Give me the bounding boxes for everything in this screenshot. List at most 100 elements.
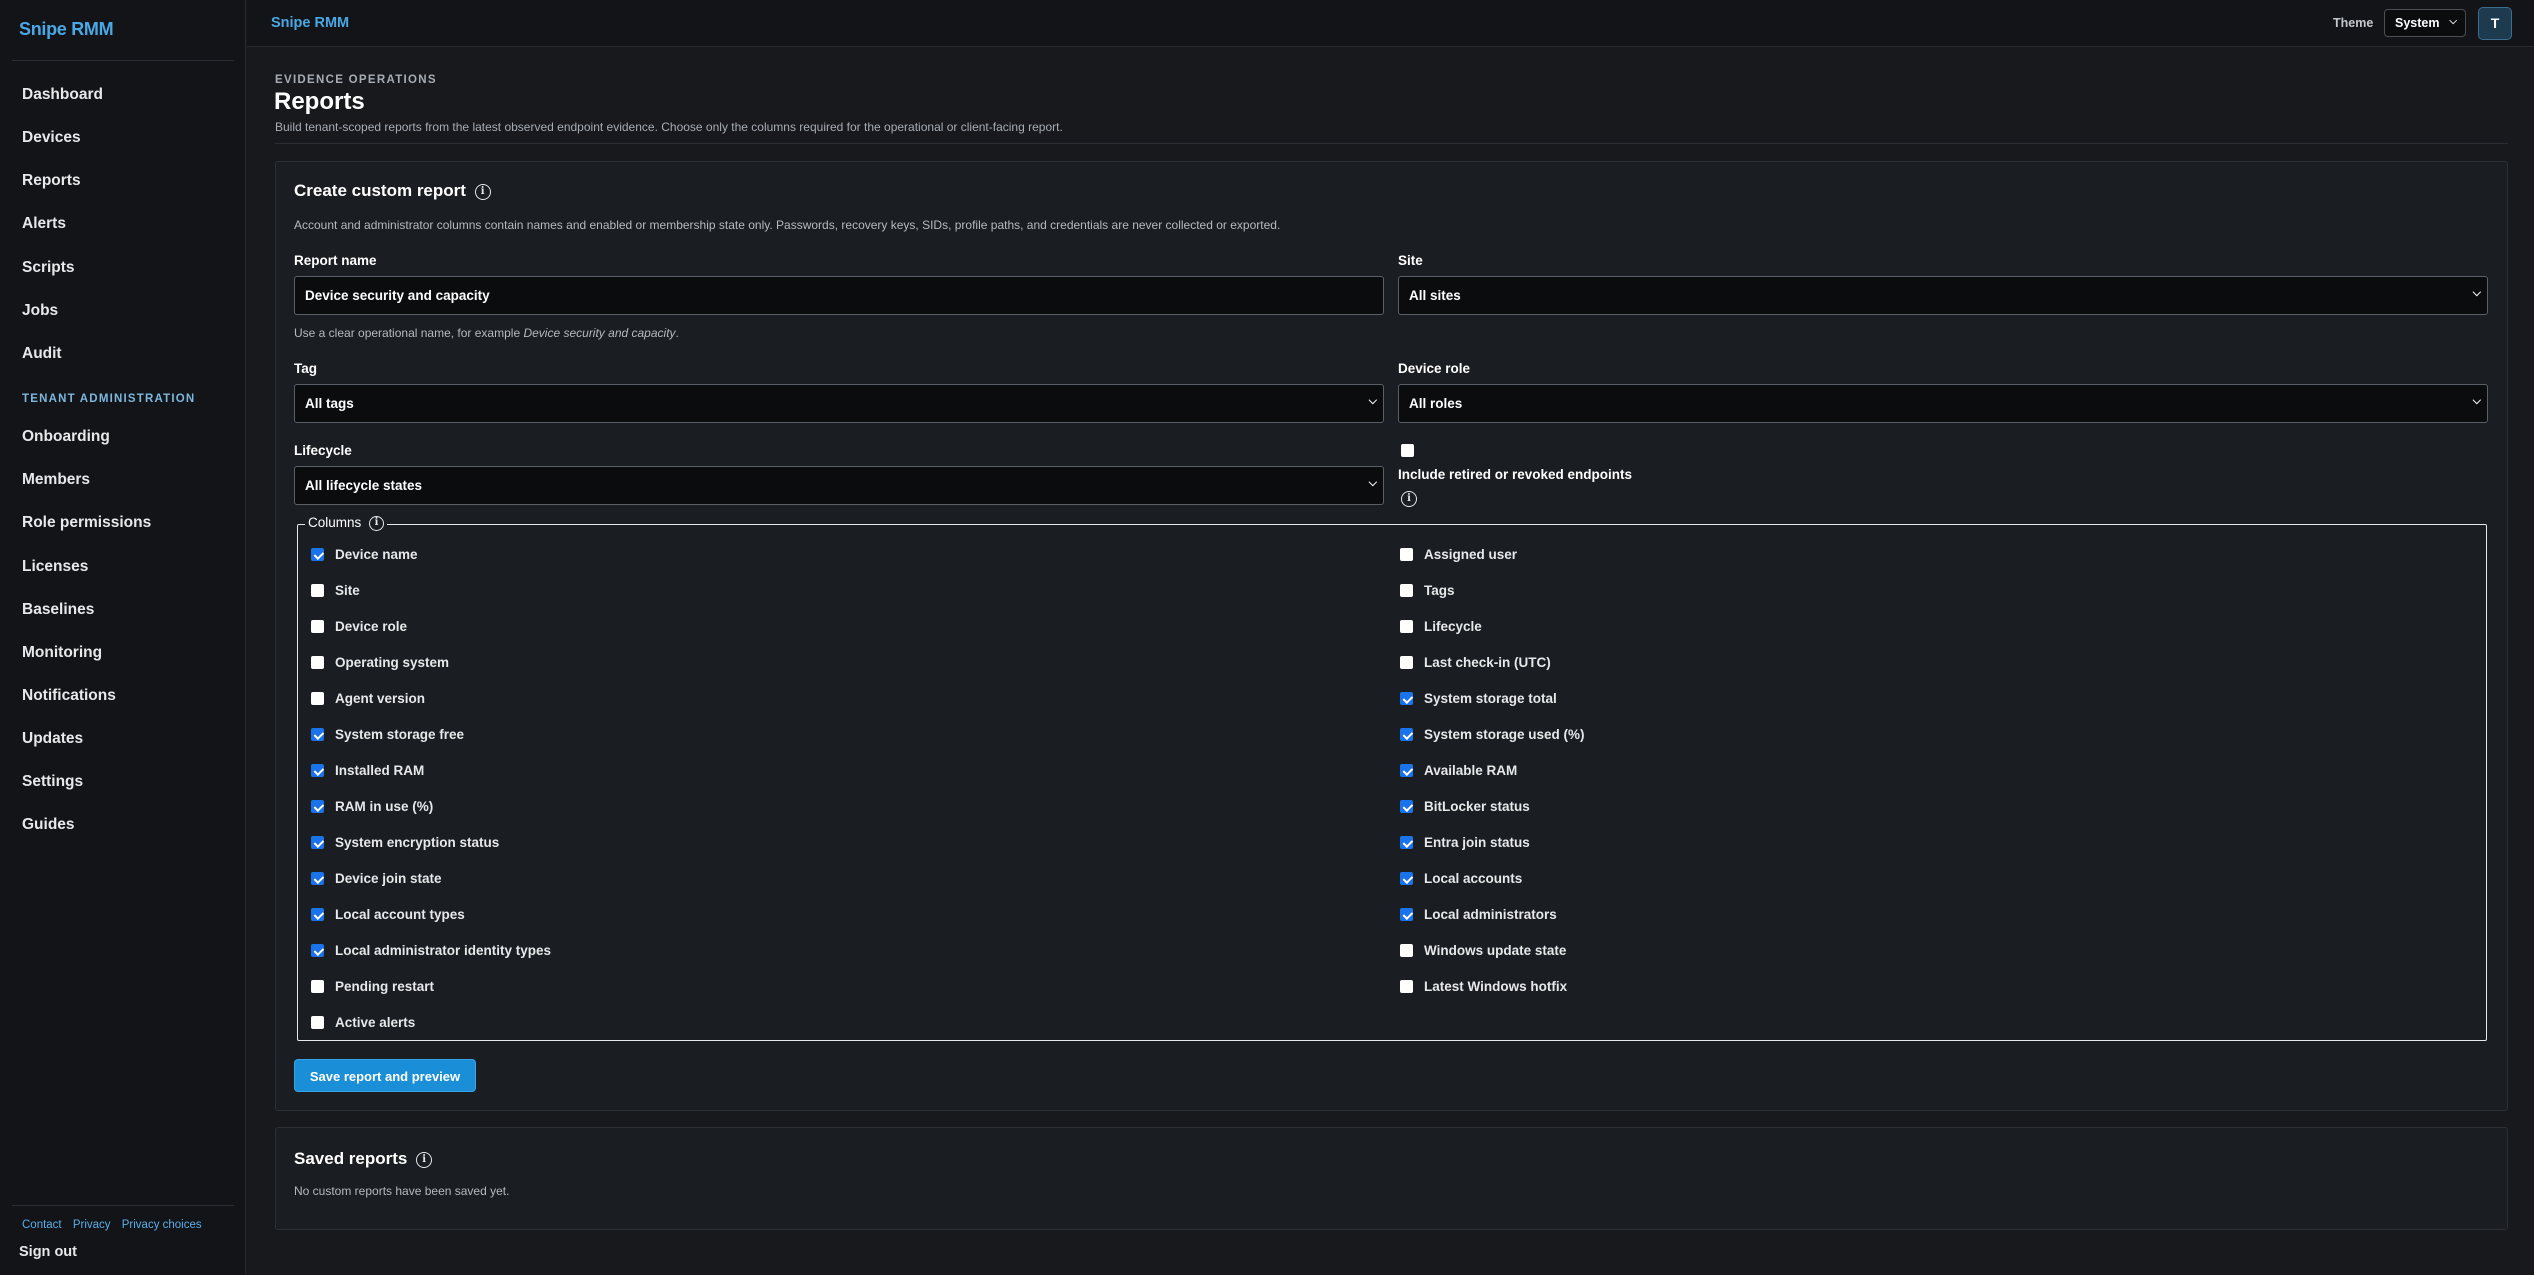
- column-checkbox[interactable]: [311, 764, 324, 777]
- column-label[interactable]: System storage used (%): [1424, 727, 1585, 742]
- column-checkbox[interactable]: [1400, 872, 1413, 885]
- contact-link[interactable]: Contact: [22, 1219, 62, 1231]
- column-checkbox[interactable]: [311, 872, 324, 885]
- column-label[interactable]: RAM in use (%): [335, 799, 433, 814]
- column-checkbox[interactable]: [311, 908, 324, 921]
- sidebar-item-jobs[interactable]: Jobs: [22, 302, 58, 320]
- columns-legend: Columns i: [305, 515, 388, 531]
- sidebar-item-role-permissions[interactable]: Role permissions: [22, 514, 151, 532]
- theme-select[interactable]: System ⌵: [2384, 9, 2466, 37]
- column-checkbox[interactable]: [1400, 908, 1413, 921]
- divider: [12, 1205, 234, 1206]
- column-checkbox[interactable]: [1400, 548, 1413, 561]
- column-checkbox[interactable]: [1400, 728, 1413, 741]
- site-select[interactable]: All sites ⌵: [1398, 276, 2488, 315]
- column-checkbox[interactable]: [311, 980, 324, 993]
- info-icon[interactable]: i: [474, 183, 491, 200]
- column-label[interactable]: System storage free: [335, 727, 464, 742]
- sidebar-item-scripts[interactable]: Scripts: [22, 259, 75, 277]
- save-report-button[interactable]: Save report and preview: [294, 1059, 476, 1092]
- sidebar-item-devices[interactable]: Devices: [22, 129, 81, 147]
- column-label[interactable]: BitLocker status: [1424, 799, 1530, 814]
- sidebar-item-licenses[interactable]: Licenses: [22, 558, 88, 576]
- column-label[interactable]: Local accounts: [1424, 871, 1522, 886]
- sign-out-button[interactable]: Sign out: [19, 1244, 77, 1260]
- column-checkbox[interactable]: [1400, 836, 1413, 849]
- column-label[interactable]: Device name: [335, 547, 418, 562]
- column-checkbox[interactable]: [311, 692, 324, 705]
- column-checkbox[interactable]: [311, 620, 324, 633]
- theme-select-value: System: [2395, 16, 2440, 30]
- info-icon[interactable]: i: [416, 1151, 433, 1168]
- column-label[interactable]: Agent version: [335, 691, 425, 706]
- tag-select[interactable]: All tags ⌵: [294, 384, 1384, 423]
- header-brand[interactable]: Snipe RMM: [271, 15, 349, 31]
- column-checkbox[interactable]: [311, 944, 324, 957]
- chevron-down-icon: ⌵: [1368, 477, 1377, 489]
- column-label[interactable]: Operating system: [335, 655, 449, 670]
- lifecycle-select[interactable]: All lifecycle states ⌵: [294, 466, 1384, 505]
- column-label[interactable]: Tags: [1424, 583, 1455, 598]
- column-checkbox[interactable]: [311, 584, 324, 597]
- column-checkbox[interactable]: [311, 836, 324, 849]
- column-checkbox[interactable]: [311, 1016, 324, 1029]
- report-name-help-suffix: .: [675, 326, 679, 340]
- device-role-select[interactable]: All roles ⌵: [1398, 384, 2488, 423]
- columns-legend-text: Columns: [308, 515, 362, 530]
- column-checkbox[interactable]: [311, 800, 324, 813]
- include-retired-label[interactable]: Include retired or revoked endpoints: [1398, 467, 1632, 482]
- column-label[interactable]: Assigned user: [1424, 547, 1517, 562]
- sidebar-item-onboarding[interactable]: Onboarding: [22, 428, 110, 446]
- column-label[interactable]: Lifecycle: [1424, 619, 1482, 634]
- column-label[interactable]: System storage total: [1424, 691, 1557, 706]
- sidebar-item-audit[interactable]: Audit: [22, 345, 62, 363]
- theme-label: Theme: [2333, 16, 2374, 30]
- sidebar-brand[interactable]: Snipe RMM: [19, 19, 114, 40]
- sidebar-item-reports[interactable]: Reports: [22, 172, 81, 190]
- column-checkbox[interactable]: [1400, 980, 1413, 993]
- column-label[interactable]: Windows update state: [1424, 943, 1566, 958]
- column-label[interactable]: Active alerts: [335, 1015, 415, 1030]
- column-checkbox[interactable]: [1400, 584, 1413, 597]
- sidebar-item-monitoring[interactable]: Monitoring: [22, 644, 102, 662]
- column-checkbox[interactable]: [1400, 656, 1413, 669]
- avatar[interactable]: T: [2478, 7, 2512, 40]
- sidebar-item-updates[interactable]: Updates: [22, 730, 83, 748]
- column-checkbox[interactable]: [311, 656, 324, 669]
- column-label[interactable]: Last check-in (UTC): [1424, 655, 1551, 670]
- chevron-down-icon: ⌵: [1368, 395, 1377, 407]
- column-checkbox[interactable]: [1400, 692, 1413, 705]
- column-label[interactable]: Local account types: [335, 907, 465, 922]
- column-label[interactable]: Local administrators: [1424, 907, 1557, 922]
- column-label[interactable]: System encryption status: [335, 835, 499, 850]
- sidebar-item-settings[interactable]: Settings: [22, 773, 83, 791]
- column-label[interactable]: Entra join status: [1424, 835, 1530, 850]
- column-checkbox[interactable]: [1400, 944, 1413, 957]
- include-retired-checkbox[interactable]: [1401, 444, 1414, 457]
- column-checkbox[interactable]: [311, 548, 324, 561]
- sidebar-item-alerts[interactable]: Alerts: [22, 215, 66, 233]
- sidebar-item-baselines[interactable]: Baselines: [22, 601, 94, 619]
- column-label[interactable]: Device join state: [335, 871, 442, 886]
- sidebar-item-dashboard[interactable]: Dashboard: [22, 86, 103, 104]
- column-checkbox[interactable]: [311, 728, 324, 741]
- page-title: Reports: [274, 88, 365, 115]
- column-checkbox[interactable]: [1400, 764, 1413, 777]
- column-label[interactable]: Pending restart: [335, 979, 434, 994]
- column-label[interactable]: Installed RAM: [335, 763, 424, 778]
- sidebar-item-members[interactable]: Members: [22, 471, 90, 489]
- column-label[interactable]: Site: [335, 583, 360, 598]
- privacy-link[interactable]: Privacy: [73, 1219, 111, 1231]
- info-icon[interactable]: i: [1401, 490, 1417, 507]
- column-checkbox[interactable]: [1400, 620, 1413, 633]
- sidebar-item-guides[interactable]: Guides: [22, 816, 75, 834]
- column-checkbox[interactable]: [1400, 800, 1413, 813]
- sidebar-item-notifications[interactable]: Notifications: [22, 687, 116, 705]
- info-icon[interactable]: i: [369, 515, 385, 531]
- column-label[interactable]: Available RAM: [1424, 763, 1517, 778]
- privacy-choices-link[interactable]: Privacy choices: [122, 1219, 202, 1231]
- column-label[interactable]: Local administrator identity types: [335, 943, 551, 958]
- column-label[interactable]: Device role: [335, 619, 407, 634]
- report-name-input[interactable]: Device security and capacity: [294, 276, 1384, 315]
- column-label[interactable]: Latest Windows hotfix: [1424, 979, 1567, 994]
